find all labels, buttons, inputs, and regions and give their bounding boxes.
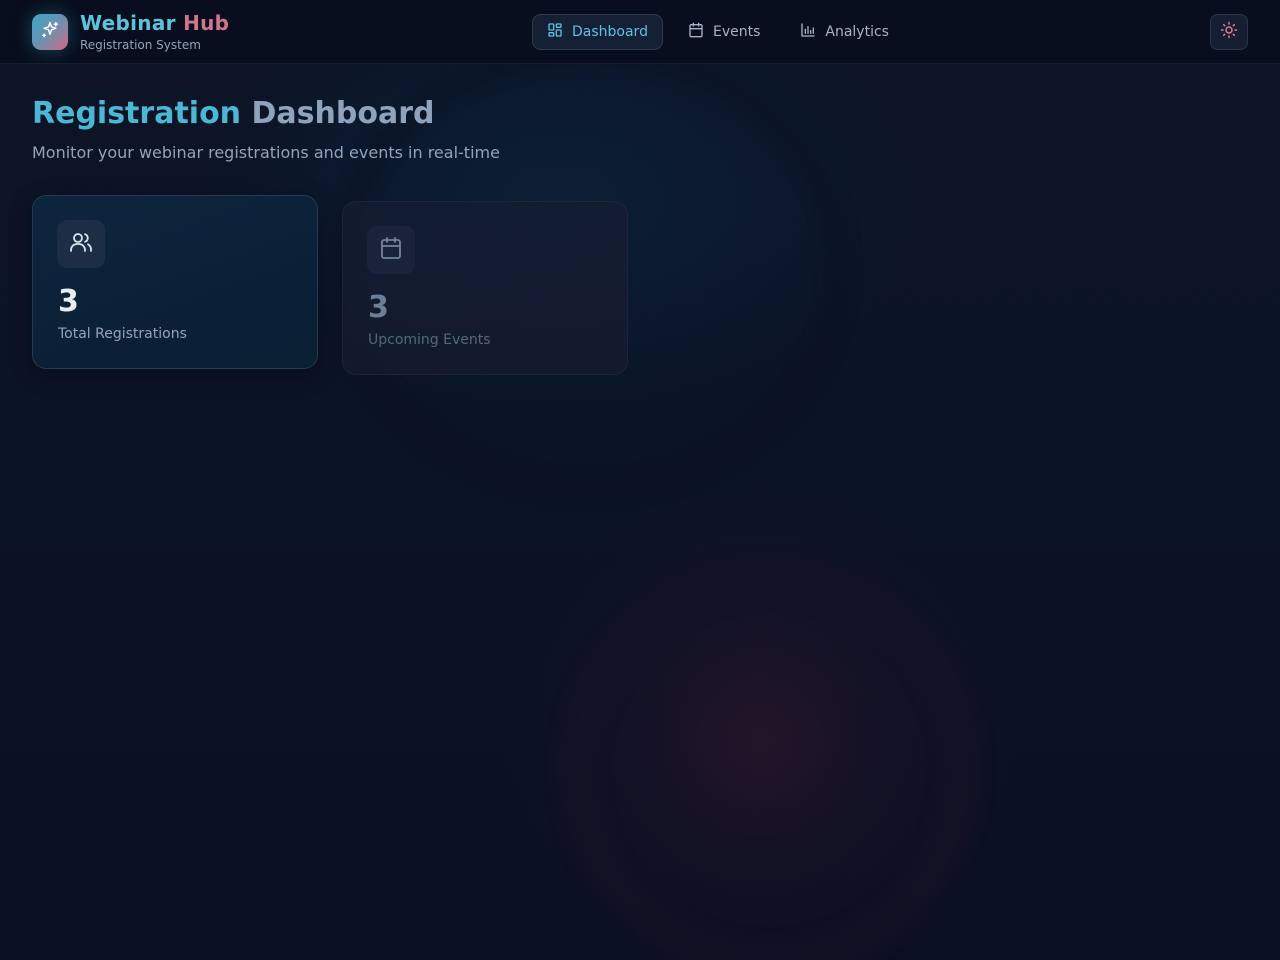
stat-label: Total Registrations xyxy=(58,326,187,342)
brand-title: Webinar Hub xyxy=(80,11,229,35)
stat-value: 3 xyxy=(368,290,389,325)
brand-title-part1: Webinar xyxy=(80,11,176,35)
sun-icon xyxy=(1220,21,1238,43)
layout-grid-icon xyxy=(547,22,563,42)
calendar-icon xyxy=(688,22,704,42)
page-title: Registration Dashboard xyxy=(32,96,434,131)
stat-label: Upcoming Events xyxy=(368,332,491,348)
brand-title-part2: Hub xyxy=(183,11,230,35)
users-icon xyxy=(69,230,93,258)
stat-value: 3 xyxy=(58,284,79,319)
sparkles-icon xyxy=(40,20,60,44)
top-header: Webinar Hub Registration System Dashboar… xyxy=(0,0,1280,64)
theme-toggle-button[interactable] xyxy=(1210,14,1248,50)
stat-card-upcoming-events[interactable]: 3 Upcoming Events xyxy=(342,201,628,375)
stat-icon-container xyxy=(57,220,105,268)
stat-card-total-registrations[interactable]: 3 Total Registrations xyxy=(32,195,318,369)
page-title-part1: Registration xyxy=(32,96,242,131)
nav-item-events[interactable]: Events xyxy=(673,14,775,50)
app-logo[interactable] xyxy=(32,14,68,50)
nav-item-label: Analytics xyxy=(825,24,889,40)
stat-icon-container xyxy=(367,226,415,274)
nav-item-dashboard[interactable]: Dashboard xyxy=(532,14,663,50)
page-title-part2: Dashboard xyxy=(251,96,435,131)
page-subtitle: Monitor your webinar registrations and e… xyxy=(32,143,500,162)
nav-item-label: Events xyxy=(712,24,761,40)
brand-subtitle: Registration System xyxy=(80,38,201,52)
background-glow-ring xyxy=(560,560,980,960)
main-nav: Dashboard Events Analytics xyxy=(532,14,904,50)
bar-chart-icon xyxy=(800,22,816,42)
nav-item-analytics[interactable]: Analytics xyxy=(785,14,904,50)
nav-item-label: Dashboard xyxy=(572,24,648,40)
calendar-icon xyxy=(379,236,403,264)
